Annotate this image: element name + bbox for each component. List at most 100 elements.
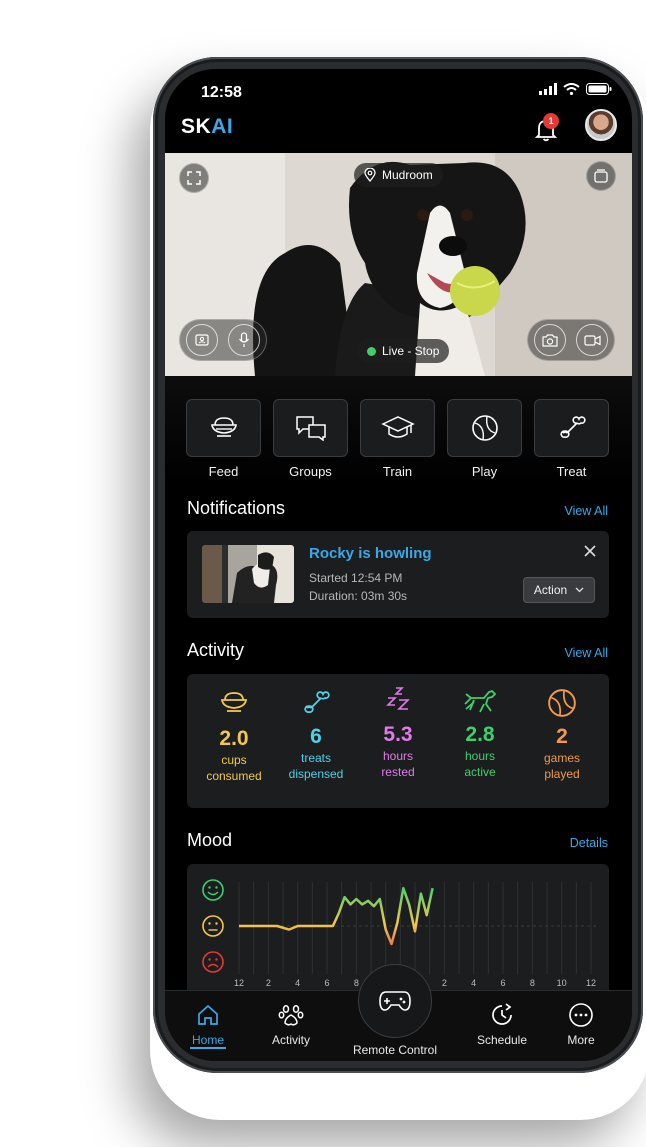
- nav-activity[interactable]: Activity: [256, 1001, 326, 1047]
- stat-label-line1: cups: [221, 753, 247, 767]
- stat-value: 2.8: [465, 723, 495, 746]
- stat-value: 2: [556, 725, 568, 748]
- stat-label-line1: hours: [464, 749, 496, 763]
- activity-card[interactable]: 2.0 cups consumed 6 treats dispensed 5.3…: [187, 674, 609, 808]
- location-pin-icon: [364, 168, 376, 182]
- notification-card[interactable]: Rocky is howling Started 12:54 PM Durati…: [187, 531, 609, 618]
- nav-activity-label: Activity: [271, 1033, 310, 1047]
- notification-duration: Duration: 03m 30s: [309, 589, 408, 603]
- stat-label-line2: played: [544, 767, 580, 781]
- wifi-icon: [563, 83, 580, 95]
- food-bowl-icon: [220, 692, 248, 712]
- remote-control-button[interactable]: [358, 964, 432, 1038]
- quick-action-label: Train: [382, 464, 413, 479]
- stat-label-line2: dispensed: [288, 767, 344, 781]
- x-tick-label: 12: [586, 978, 596, 988]
- photo-id-button[interactable]: [186, 324, 218, 356]
- stat-rest[interactable]: 5.3 hours rested: [357, 686, 439, 779]
- play-button[interactable]: [447, 399, 522, 457]
- record-button[interactable]: [576, 324, 608, 356]
- gamepad-icon: [379, 991, 411, 1011]
- quick-action-treat[interactable]: Treat: [534, 399, 609, 479]
- stat-label-line1: games: [543, 751, 581, 765]
- quick-action-groups[interactable]: Groups: [273, 399, 348, 479]
- treat-button[interactable]: [534, 399, 609, 457]
- stat-label-line1: treats: [300, 751, 331, 765]
- quick-action-label: Treat: [556, 464, 587, 479]
- status-icons: [539, 83, 612, 95]
- happy-face-icon: [202, 879, 224, 901]
- signal-icon: [539, 83, 557, 95]
- camera-left-controls: [179, 319, 267, 361]
- app-logo[interactable]: SKAI: [181, 115, 233, 139]
- camera-icon: [542, 333, 558, 347]
- stat-treats[interactable]: 6 treats dispensed: [275, 688, 357, 781]
- location-pill[interactable]: Mudroom: [354, 163, 443, 187]
- location-label: Mudroom: [382, 168, 433, 182]
- status-time: 12:58: [201, 84, 242, 101]
- train-button[interactable]: [360, 399, 435, 457]
- sad-face-icon: [202, 951, 224, 973]
- avatar[interactable]: [585, 109, 617, 141]
- live-label: Live - Stop: [382, 344, 440, 358]
- sleep-icon: [386, 687, 410, 710]
- quick-action-feed[interactable]: Feed: [186, 399, 261, 479]
- chevron-down-icon: [575, 587, 584, 593]
- live-indicator: [367, 346, 376, 356]
- nav-schedule[interactable]: Schedule: [467, 1001, 537, 1047]
- camera-feed[interactable]: Mudroom Live - Stop: [165, 153, 632, 376]
- stat-label-line2: rested: [381, 765, 415, 779]
- paw-icon: [278, 1005, 304, 1026]
- camera-right-controls: [527, 319, 615, 361]
- dog-thumbnail-image: [232, 552, 278, 603]
- stat-value: 6: [310, 725, 322, 748]
- close-icon: [584, 545, 596, 557]
- dismiss-notification-button[interactable]: [583, 543, 597, 561]
- fullscreen-button[interactable]: [179, 163, 209, 193]
- quick-action-label: Play: [471, 464, 498, 479]
- running-dog-icon: [464, 689, 497, 713]
- expand-icon: [187, 171, 201, 185]
- stat-active[interactable]: 2.8 hours active: [439, 686, 521, 779]
- stat-label-line2: active: [464, 765, 496, 779]
- stat-label-line2: consumed: [206, 769, 262, 783]
- nav-schedule-label: Schedule: [476, 1033, 528, 1047]
- quick-action-label: Groups: [289, 464, 332, 479]
- mood-details-link[interactable]: Details: [570, 836, 608, 850]
- activity-view-all-link[interactable]: View All: [564, 646, 608, 660]
- microphone-button[interactable]: [228, 324, 260, 356]
- nav-home[interactable]: Home: [173, 1001, 243, 1047]
- ball-icon: [548, 689, 576, 717]
- notifications-view-all-link[interactable]: View All: [564, 504, 608, 518]
- quick-action-play[interactable]: Play: [447, 399, 522, 479]
- stat-food[interactable]: 2.0 cups consumed: [193, 690, 275, 783]
- home-icon: [198, 1004, 218, 1025]
- snapshot-button[interactable]: [534, 324, 566, 356]
- food-bowl-icon: [210, 417, 237, 437]
- remote-control-label: Remote Control: [352, 1043, 438, 1057]
- feed-button[interactable]: [186, 399, 261, 457]
- video-icon: [583, 334, 601, 346]
- nav-home-label: Home: [191, 1033, 224, 1047]
- action-dropdown[interactable]: Action: [523, 577, 595, 603]
- nav-more[interactable]: More: [546, 1001, 616, 1047]
- notification-thumbnail: [202, 545, 294, 603]
- quick-action-train[interactable]: Train: [360, 399, 435, 479]
- x-tick-label: 6: [324, 978, 329, 988]
- groups-button[interactable]: [273, 399, 348, 457]
- x-tick-label: 6: [500, 978, 505, 988]
- x-tick-label: 12: [234, 978, 244, 988]
- id-card-icon: [195, 334, 209, 346]
- notification-title: Rocky is howling: [309, 545, 432, 562]
- notifications-title: Notifications: [187, 498, 286, 518]
- picture-in-picture-button[interactable]: [586, 161, 616, 191]
- microphone-icon: [239, 332, 249, 347]
- notch: [267, 69, 530, 104]
- quick-actions: Feed Groups Train Play Treat: [186, 399, 609, 479]
- chat-bubbles-icon: [295, 416, 326, 441]
- stat-games[interactable]: 2 games played: [521, 688, 603, 781]
- ball-icon: [471, 415, 498, 441]
- live-stop-pill[interactable]: Live - Stop: [357, 339, 450, 363]
- stat-value: 2.0: [219, 727, 249, 750]
- bone-icon: [559, 416, 586, 438]
